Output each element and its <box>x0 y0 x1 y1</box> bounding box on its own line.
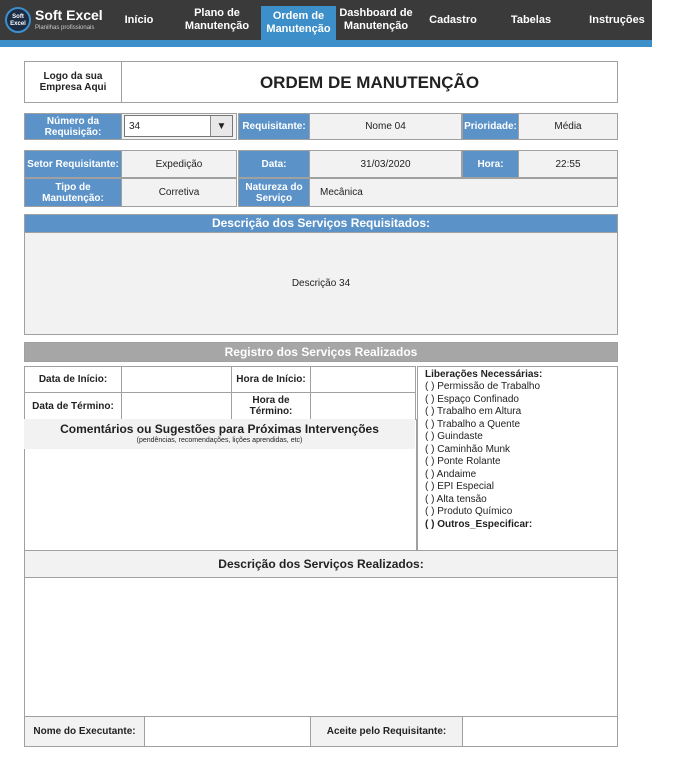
liberacao-item[interactable]: ( ) Produto Químico <box>425 506 540 519</box>
liberacao-item[interactable]: ( ) Guindaste <box>425 431 540 444</box>
liberacao-item[interactable]: ( ) Trabalho a Quente <box>425 419 540 432</box>
aceite-label: Aceite pelo Requisitante: <box>310 716 463 747</box>
setor-requisitante-label: Setor Requisitante: <box>24 150 122 178</box>
top-nav-bar: Soft Excel Soft Excel Planilhas profissi… <box>0 0 652 40</box>
brand-logo[interactable]: Soft Excel Soft Excel Planilhas profissi… <box>5 5 115 35</box>
nav-tabelas[interactable]: Tabelas <box>500 0 562 40</box>
data-label: Data: <box>238 150 310 178</box>
chevron-down-icon[interactable]: ▼ <box>210 116 232 136</box>
brand-subtitle: Planilhas profissionais <box>35 25 95 31</box>
hora-termino-input[interactable] <box>310 392 416 420</box>
hora-inicio-label: Hora de Início: <box>231 366 311 393</box>
data-inicio-input[interactable] <box>121 366 232 393</box>
liberacoes-title: Liberações Necessárias: <box>425 369 543 380</box>
tipo-manutencao-label: Tipo de Manutenção: <box>24 178 122 207</box>
page-title: ORDEM DE MANUTENÇÃO <box>121 61 618 103</box>
registro-servicos-header: Registro dos Serviços Realizados <box>24 342 618 362</box>
comentarios-header: Comentários ou Sugestões para Próximas I… <box>24 419 415 449</box>
nav-ordem-manutencao[interactable]: Ordem de Manutenção <box>261 6 336 40</box>
natureza-servico-label: Natureza do Serviço <box>238 178 310 207</box>
data-termino-label: Data de Término: <box>24 392 122 420</box>
liberacao-item[interactable]: ( ) Alta tensão <box>425 494 540 507</box>
hora-termino-label: Hora de Término: <box>231 392 311 420</box>
natureza-servico-value[interactable]: Mecânica <box>309 178 618 207</box>
nav-dashboard-manutencao[interactable]: Dashboard de Manutenção <box>338 0 414 40</box>
liberacoes-list: ( ) Permissão de Trabalho ( ) Espaço Con… <box>425 381 540 531</box>
hora-inicio-input[interactable] <box>310 366 416 393</box>
hora-value[interactable]: 22:55 <box>518 150 618 178</box>
prioridade-value[interactable]: Média <box>518 113 618 140</box>
data-termino-input[interactable] <box>121 392 232 420</box>
numero-requisicao-select[interactable]: 34 ▼ <box>124 115 233 137</box>
data-value[interactable]: 31/03/2020 <box>309 150 462 178</box>
numero-requisicao-value: 34 <box>129 121 141 132</box>
data-inicio-label: Data de Início: <box>24 366 122 393</box>
liberacao-item[interactable]: ( ) Ponte Rolante <box>425 456 540 469</box>
numero-requisicao-label: Número da Requisição: <box>24 113 122 140</box>
descricao-requisitados-header: Descrição dos Serviços Requisitados: <box>24 214 618 233</box>
prioridade-label: Prioridade: <box>462 113 519 140</box>
requisitante-value[interactable]: Nome 04 <box>309 113 462 140</box>
liberacao-item[interactable]: ( ) Espaço Confinado <box>425 394 540 407</box>
descricao-realizados-area[interactable] <box>24 577 618 717</box>
nav-instrucoes[interactable]: Instruções <box>584 0 650 40</box>
liberacao-item[interactable]: ( ) Andaime <box>425 469 540 482</box>
comentarios-title: Comentários ou Sugestões para Próximas I… <box>60 422 379 436</box>
nav-inicio[interactable]: Início <box>116 0 162 40</box>
hora-label: Hora: <box>462 150 519 178</box>
nav-accent-stripe <box>0 40 652 47</box>
company-logo-placeholder: Logo da sua Empresa Aqui <box>24 61 122 103</box>
tipo-manutencao-value[interactable]: Corretiva <box>121 178 237 207</box>
setor-requisitante-value[interactable]: Expedição <box>121 150 237 178</box>
liberacao-item[interactable]: ( ) Permissão de Trabalho <box>425 381 540 394</box>
nav-cadastro[interactable]: Cadastro <box>424 0 482 40</box>
brand-logo-icon: Soft Excel <box>5 7 31 33</box>
liberacao-item-outros[interactable]: ( ) Outros_Especificar: <box>425 519 540 532</box>
liberacao-item[interactable]: ( ) EPI Especial <box>425 481 540 494</box>
comentarios-subtitle: (pendências, recomendações, lições apren… <box>136 437 303 444</box>
executante-input[interactable] <box>144 716 311 747</box>
descricao-requisitados-value[interactable]: Descrição 34 <box>24 232 618 335</box>
requisitante-label: Requisitante: <box>238 113 310 140</box>
brand-title: Soft Excel <box>35 7 103 23</box>
liberacao-item[interactable]: ( ) Trabalho em Altura <box>425 406 540 419</box>
liberacao-item[interactable]: ( ) Caminhão Munk <box>425 444 540 457</box>
descricao-realizados-header: Descrição dos Serviços Realizados: <box>24 550 618 578</box>
aceite-input[interactable] <box>462 716 618 747</box>
nav-plano-manutencao[interactable]: Plano de Manutenção <box>178 0 256 40</box>
executante-label: Nome do Executante: <box>24 716 145 747</box>
liberacoes-panel: Liberações Necessárias: ( ) Permissão de… <box>417 366 618 551</box>
